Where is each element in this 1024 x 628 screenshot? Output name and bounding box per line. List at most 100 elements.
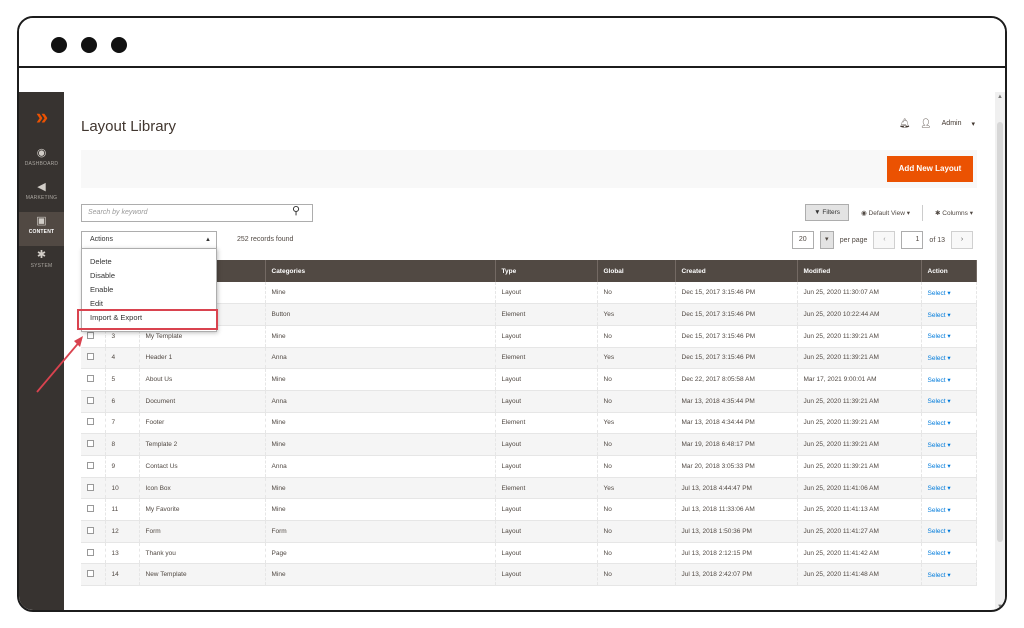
checkbox[interactable] [87, 353, 94, 361]
menu-item-delete[interactable]: Delete [90, 257, 112, 266]
menu-item-disable[interactable]: Disable [90, 271, 115, 280]
row-select-link[interactable]: Select [928, 485, 946, 492]
admin-user-label[interactable]: Admin [942, 120, 962, 127]
col-modified-header[interactable]: Modified [797, 260, 922, 282]
cell-action[interactable]: Select ▾ [921, 368, 977, 391]
row-select-link[interactable]: Select [928, 572, 946, 579]
table-row[interactable]: 4 Header 1 Anna Element Yes Dec 15, 2017 3:15… [81, 347, 977, 370]
row-select-link[interactable]: Select [928, 550, 946, 557]
table-row[interactable]: 14 New Template Mine Layout No Jul 13, 2018 2… [81, 563, 977, 587]
page-number-input[interactable]: 1 [901, 231, 924, 249]
search-input[interactable]: Search by keyword [81, 204, 313, 222]
row-select-link[interactable]: Select [928, 333, 946, 340]
columns-button[interactable]: ✱ Columns ▾ [935, 209, 973, 217]
row-select-link[interactable]: Select [928, 312, 946, 319]
cell-action[interactable]: Select ▾ [921, 303, 977, 326]
cell-action[interactable]: Select ▾ [921, 455, 977, 478]
checkbox[interactable] [87, 331, 94, 339]
cell-action[interactable]: Select ▾ [921, 563, 977, 587]
page-scrollbar[interactable]: ▲ ▼ [995, 92, 1005, 610]
row-checkbox[interactable] [81, 563, 106, 587]
row-checkbox[interactable] [81, 433, 106, 456]
table-row[interactable]: 6 Document Anna Layout No Mar 13, 2018 4:35:4… [81, 390, 977, 413]
prev-page-button[interactable]: ‹ [873, 231, 896, 249]
cell-action[interactable]: Select ▾ [921, 282, 977, 305]
cell-title: Document [139, 390, 266, 413]
checkbox[interactable] [87, 418, 94, 426]
table-row[interactable]: 7 Footer Mine Element Yes Mar 13, 2018 4:34:4… [81, 412, 977, 435]
cell-action[interactable]: Select ▾ [921, 412, 977, 435]
checkbox[interactable] [87, 483, 94, 491]
sidebar-item-system[interactable]: ✱ SYSTEM [19, 246, 64, 280]
table-row[interactable]: 9 Contact Us Anna Layout No Mar 20, 2018 3:05… [81, 455, 977, 478]
cell-action[interactable]: Select ▾ [921, 433, 977, 456]
table-row[interactable]: 11 My Favorite Mine Layout No Jul 13, 2018 11… [81, 498, 977, 522]
cell-created: Dec 15, 2017 3:15:46 PM [675, 325, 798, 348]
row-select-link[interactable]: Select [928, 420, 946, 427]
search-icon[interactable]: ⚲ [292, 204, 300, 217]
chevron-down-icon[interactable]: ▾ [971, 120, 975, 128]
per-page-dropdown[interactable]: ▾ [819, 231, 834, 249]
row-select-link[interactable]: Select [928, 463, 946, 470]
checkbox[interactable] [87, 548, 94, 556]
add-new-layout-button[interactable]: Add New Layout [887, 156, 973, 182]
table-row[interactable]: 5 About Us Mine Layout No Dec 22, 2017 8:05:5… [81, 368, 977, 391]
view-switcher[interactable]: ◉ Default View ▾ [861, 209, 910, 217]
row-checkbox[interactable] [81, 368, 106, 391]
col-created-header[interactable]: Created [675, 260, 798, 282]
cell-action[interactable]: Select ▾ [921, 477, 977, 500]
menu-item-edit[interactable]: Edit [90, 299, 103, 308]
sidebar-item-dashboard[interactable]: ◉ DASHBOARD [19, 144, 64, 178]
cell-action[interactable]: Select ▾ [921, 542, 977, 565]
user-icon[interactable]: 👤︎ [920, 118, 931, 129]
checkbox[interactable] [87, 396, 94, 404]
col-categories-header[interactable]: Categories [265, 260, 496, 282]
row-checkbox[interactable] [81, 498, 106, 522]
cell-action[interactable]: Select ▾ [921, 347, 977, 370]
row-select-link[interactable]: Select [928, 528, 946, 535]
row-select-link[interactable]: Select [928, 507, 946, 514]
row-checkbox[interactable] [81, 390, 106, 413]
chevron-down-icon: ▾ [906, 209, 910, 217]
scroll-down-icon[interactable]: ▼ [997, 604, 1003, 610]
menu-item-enable[interactable]: Enable [90, 285, 113, 294]
next-page-button[interactable]: › [951, 231, 973, 249]
row-select-link[interactable]: Select [928, 442, 946, 449]
table-row[interactable]: 12 Form Form Layout No Jul 13, 2018 1:50:36 P… [81, 520, 977, 543]
magento-logo-icon[interactable]: » [29, 104, 55, 130]
row-select-link[interactable]: Select [928, 398, 946, 405]
mass-actions-select[interactable]: Actions ▲ [81, 231, 217, 249]
checkbox[interactable] [87, 505, 94, 513]
per-page-value[interactable]: 20 [791, 231, 814, 249]
scroll-up-icon[interactable]: ▲ [997, 94, 1003, 100]
col-type-header[interactable]: Type [495, 260, 598, 282]
sidebar-item-marketing[interactable]: ◀ MARKETING [19, 178, 64, 212]
sidebar-item-content[interactable]: ▣ CONTENT [19, 212, 64, 246]
table-row[interactable]: 13 Thank you Page Layout No Jul 13, 2018 2:12… [81, 542, 977, 565]
cell-action[interactable]: Select ▾ [921, 390, 977, 413]
row-checkbox[interactable] [81, 412, 106, 435]
checkbox[interactable] [87, 526, 94, 534]
row-checkbox[interactable] [81, 455, 106, 478]
row-checkbox[interactable] [81, 542, 106, 565]
cell-title: Template 2 [139, 433, 266, 456]
cell-action[interactable]: Select ▾ [921, 520, 977, 543]
row-checkbox[interactable] [81, 477, 106, 500]
checkbox[interactable] [87, 440, 94, 448]
row-checkbox[interactable] [81, 520, 106, 543]
row-checkbox[interactable] [81, 347, 106, 370]
col-global-header[interactable]: Global [597, 260, 676, 282]
table-row[interactable]: 10 Icon Box Mine Element Yes Jul 13, 2018 4:4… [81, 477, 977, 500]
checkbox[interactable] [87, 570, 94, 578]
table-row[interactable]: 8 Template 2 Mine Layout No Mar 19, 2018 6:48… [81, 433, 977, 456]
cell-action[interactable]: Select ▾ [921, 498, 977, 522]
filters-button[interactable]: ▼ Filters [805, 204, 850, 221]
row-select-link[interactable]: Select [928, 377, 946, 384]
row-select-link[interactable]: Select [928, 355, 946, 362]
bell-icon[interactable]: 🔔︎ [899, 118, 910, 129]
checkbox[interactable] [87, 375, 94, 383]
checkbox[interactable] [87, 461, 94, 469]
scrollbar-thumb[interactable] [997, 122, 1003, 542]
cell-action[interactable]: Select ▾ [921, 325, 977, 348]
row-select-link[interactable]: Select [928, 290, 946, 297]
